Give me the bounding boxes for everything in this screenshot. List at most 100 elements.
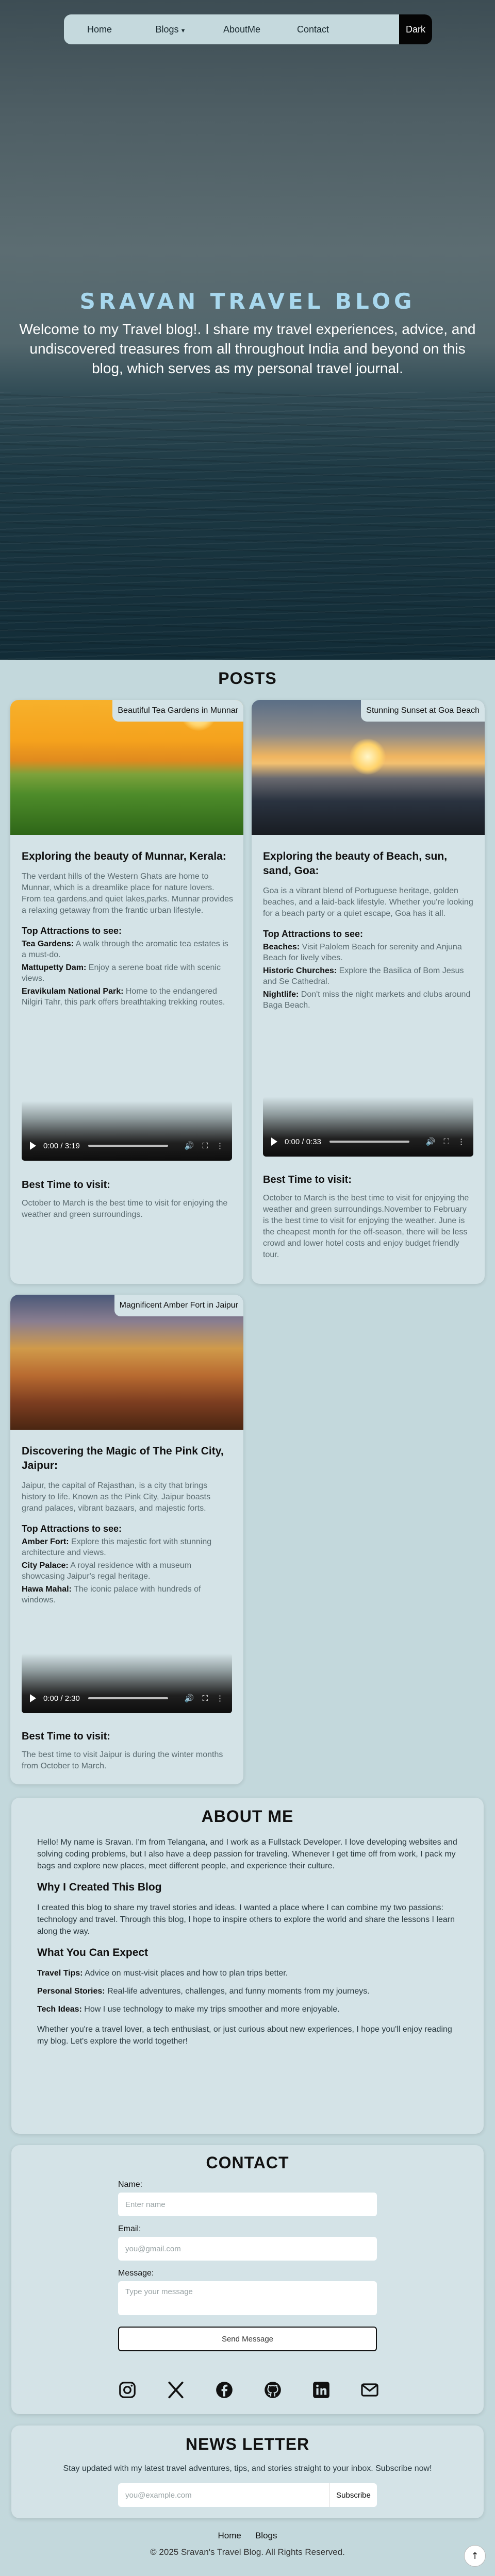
best-time-heading: Best Time to visit:: [263, 1174, 352, 1185]
video-controls: 0:00 / 2:30 🔊 ⛶ ⋮: [30, 1691, 224, 1706]
image-caption: Beautiful Tea Gardens in Munnar: [112, 700, 243, 722]
post-card-munnar: Beautiful Tea Gardens in Munnar Explorin…: [10, 700, 243, 1284]
newsletter-text: Stay updated with my latest travel adven…: [63, 2464, 432, 2473]
video-progress-track[interactable]: [329, 1141, 409, 1143]
github-icon[interactable]: [263, 2380, 283, 2400]
name-input[interactable]: [118, 2193, 377, 2216]
play-icon[interactable]: [30, 1694, 36, 1702]
video-time: 0:00 / 3:19: [43, 1141, 80, 1150]
footer-link-blogs[interactable]: Blogs: [255, 2531, 277, 2540]
linkedin-icon[interactable]: [311, 2380, 331, 2400]
video-player[interactable]: 0:00 / 2:30 🔊 ⛶ ⋮: [22, 1653, 232, 1713]
play-icon[interactable]: [30, 1142, 36, 1150]
top-nav: Home Blogs ▼ AboutMe Contact Dark: [64, 14, 432, 44]
more-options-icon[interactable]: ⋮: [457, 1137, 465, 1146]
post-title: Discovering the Magic of The Pink City, …: [22, 1445, 224, 1471]
fullscreen-icon[interactable]: ⛶: [202, 1142, 208, 1150]
about-heading: ABOUT ME: [201, 1807, 294, 1826]
more-options-icon[interactable]: ⋮: [216, 1694, 224, 1703]
about-intro: Hello! My name is Sravan. I'm from Telan…: [37, 1838, 457, 1870]
attraction-item: Tea Gardens: A walk through the aromatic…: [22, 939, 233, 960]
best-time-text: October to March is the best time to vis…: [22, 1199, 228, 1219]
fullscreen-icon[interactable]: ⛶: [443, 1138, 449, 1146]
footer-link-home[interactable]: Home: [218, 2531, 241, 2540]
facebook-icon[interactable]: [214, 2380, 234, 2400]
attraction-name: Eravikulam National Park:: [22, 987, 124, 996]
video-time: 0:00 / 0:33: [285, 1137, 321, 1146]
volume-icon[interactable]: 🔊: [426, 1137, 436, 1146]
video-player[interactable]: 0:00 / 0:33 🔊 ⛶ ⋮: [263, 1097, 473, 1157]
instagram-icon[interactable]: [118, 2380, 137, 2400]
attraction-name: Beaches:: [263, 943, 300, 951]
post-description: Jaipur, the capital of Rajasthan, is a c…: [22, 1481, 211, 1513]
contact-heading: CONTACT: [206, 2153, 289, 2172]
copyright-text: © 2025 Sravan's Travel Blog. All Rights …: [150, 2547, 345, 2557]
sea-background: [0, 392, 495, 660]
best-time-text: October to March is the best time to vis…: [263, 1194, 469, 1259]
card-body: Discovering the Magic of The Pink City, …: [22, 1444, 233, 1605]
name-label: Name:: [118, 2180, 143, 2189]
attraction-item: Beaches: Visit Palolem Beach for serenit…: [263, 942, 474, 963]
back-to-top-button[interactable]: ↑: [464, 2545, 486, 2567]
volume-icon[interactable]: 🔊: [185, 1694, 194, 1703]
attraction-name: Tea Gardens:: [22, 940, 74, 948]
about-content: Hello! My name is Sravan. I'm from Telan…: [11, 1826, 484, 2047]
nav-home[interactable]: Home: [64, 24, 135, 35]
volume-icon[interactable]: 🔊: [185, 1141, 194, 1150]
attraction-item: Amber Fort: Explore this majestic fort w…: [22, 1536, 233, 1558]
newsletter-email-input[interactable]: [118, 2483, 329, 2507]
message-label: Message:: [118, 2269, 154, 2278]
email-input[interactable]: [118, 2237, 377, 2261]
expect-item: Travel Tips: Advice on must-visit places…: [37, 1967, 458, 1979]
send-message-button[interactable]: Send Message: [118, 2327, 377, 2351]
attraction-item: Historic Churches: Explore the Basilica …: [263, 965, 474, 987]
x-icon[interactable]: [166, 2380, 186, 2400]
sun-glow: [350, 739, 386, 775]
image-caption: Magnificent Amber Fort in Jaipur: [114, 1295, 243, 1316]
play-icon[interactable]: [271, 1138, 277, 1146]
video-controls: 0:00 / 3:19 🔊 ⛶ ⋮: [30, 1138, 224, 1153]
contact-form: Name: Email: Message: Send Message: [118, 2179, 377, 2351]
fullscreen-icon[interactable]: ⛶: [202, 1694, 208, 1703]
mail-icon[interactable]: [360, 2380, 380, 2400]
nav-blogs[interactable]: Blogs ▼: [135, 24, 206, 35]
attraction-item: Mattupetty Dam: Enjoy a serene boat ride…: [22, 962, 233, 984]
more-options-icon[interactable]: ⋮: [216, 1141, 224, 1150]
card-body: Exploring the beauty of Beach, sun, sand…: [263, 849, 474, 1011]
attraction-item: Eravikulam National Park: Home to the en…: [22, 986, 233, 1008]
nav-contact[interactable]: Contact: [277, 24, 349, 35]
footer: Home Blogs © 2025 Sravan's Travel Blog. …: [0, 2531, 495, 2557]
expect-heading: What You Can Expect: [37, 1947, 148, 1959]
why-heading: Why I Created This Blog: [37, 1881, 162, 1893]
video-progress-track[interactable]: [88, 1697, 168, 1699]
expect-item-text: How I use technology to make my trips sm…: [84, 2005, 340, 2014]
arrow-up-icon: ↑: [471, 2550, 479, 2562]
message-textarea[interactable]: [118, 2281, 377, 2315]
video-controls: 0:00 / 0:33 🔊 ⛶ ⋮: [271, 1134, 465, 1149]
attractions-list: Beaches: Visit Palolem Beach for serenit…: [263, 942, 474, 1011]
post-description: The verdant hills of the Western Ghats a…: [22, 872, 233, 915]
best-time-heading: Best Time to visit:: [22, 1731, 110, 1742]
nav-blogs-label: Blogs: [155, 24, 179, 35]
expect-item-name: Travel Tips:: [37, 1969, 83, 1978]
attractions-list: Amber Fort: Explore this majestic fort w…: [22, 1536, 233, 1605]
newsletter-heading: NEWS LETTER: [185, 2435, 310, 2453]
about-closing: Whether you're a travel lover, a tech en…: [37, 2025, 452, 2046]
dark-mode-button[interactable]: Dark: [399, 14, 432, 44]
post-card-jaipur: Magnificent Amber Fort in Jaipur Discove…: [10, 1295, 243, 1784]
video-progress-track[interactable]: [88, 1145, 168, 1147]
attraction-name: Nightlife:: [263, 990, 299, 999]
video-player[interactable]: 0:00 / 3:19 🔊 ⛶ ⋮: [22, 1101, 232, 1161]
image-caption: Stunning Sunset at Goa Beach: [361, 700, 485, 722]
posts-heading: POSTS: [218, 669, 277, 688]
nav-aboutme[interactable]: AboutMe: [206, 24, 277, 35]
hero-section: Home Blogs ▼ AboutMe Contact Dark SRAVAN …: [0, 0, 495, 660]
attractions-heading: Top Attractions to see:: [22, 1524, 122, 1534]
caret-down-icon: ▼: [180, 27, 186, 34]
expect-item: Personal Stories: Real-life adventures, …: [37, 1985, 458, 1997]
best-time-heading: Best Time to visit:: [22, 1179, 110, 1191]
attraction-name: Amber Fort:: [22, 1537, 69, 1546]
expect-item-text: Advice on must-visit places and how to p…: [85, 1969, 288, 1978]
subscribe-button[interactable]: Subscribe: [329, 2483, 377, 2507]
hero-intro: Welcome to my Travel blog!. I share my t…: [19, 321, 476, 376]
